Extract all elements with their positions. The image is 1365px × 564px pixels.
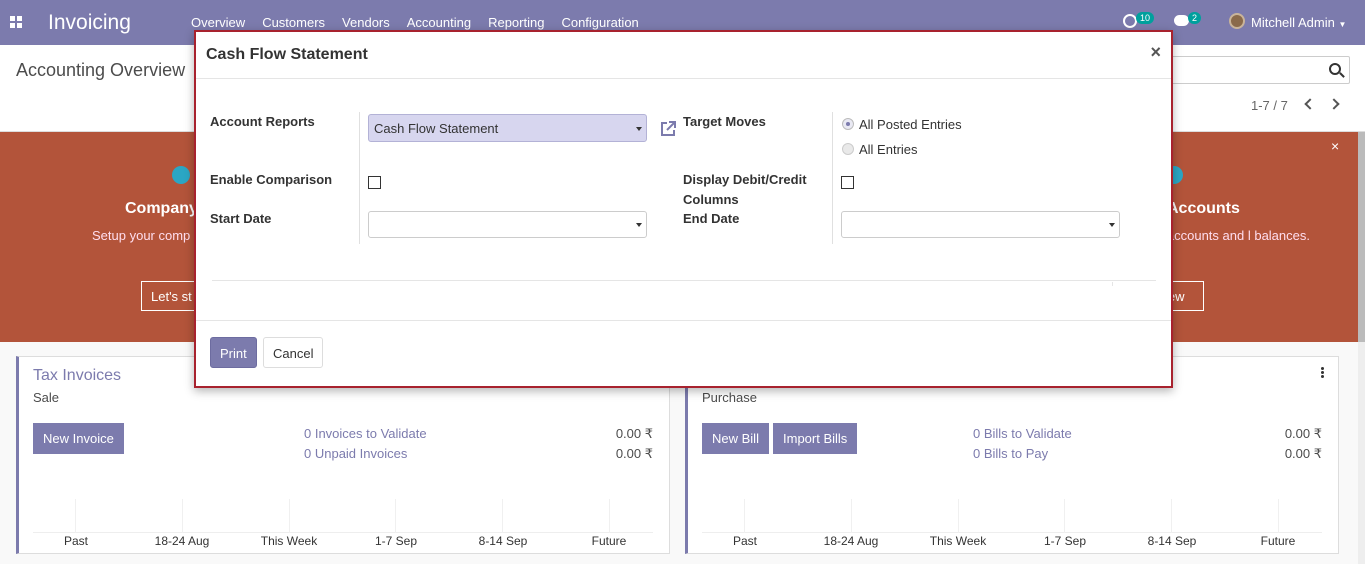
form-separator-tick [1112,282,1113,286]
target-moves-label: Target Moves [683,114,766,129]
enable-comparison-checkbox[interactable] [368,176,381,189]
dialog-header: Cash Flow Statement × [196,32,1171,79]
account-reports-value: Cash Flow Statement [374,121,499,136]
print-button[interactable]: Print [210,337,257,368]
display-debit-credit-label: Display Debit/Credit Columns [683,170,807,210]
caret-down-icon [1109,223,1115,227]
all-entries-label[interactable]: All Entries [859,142,918,157]
form-separator [212,280,1156,281]
display-debit-credit-checkbox[interactable] [841,176,854,189]
end-date-label: End Date [683,211,740,226]
cash-flow-dialog: Cash Flow Statement × Account Reports Ca… [194,30,1173,388]
all-entries-radio[interactable] [842,143,854,155]
account-reports-select[interactable]: Cash Flow Statement [368,114,647,142]
start-date-label: Start Date [210,211,272,226]
start-date-input[interactable] [368,211,647,238]
caret-down-icon [636,223,642,227]
caret-down-icon [636,127,642,131]
dialog-footer: Print Cancel [196,320,1171,386]
all-posted-entries-label[interactable]: All Posted Entries [859,117,962,132]
field-separator [832,112,833,244]
external-link-icon[interactable] [660,120,677,137]
field-separator [359,112,360,244]
display-debit-credit-label-line2: Columns [683,192,739,207]
display-debit-credit-label-line1: Display Debit/Credit [683,172,807,187]
end-date-input[interactable] [841,211,1120,238]
dialog-title: Cash Flow Statement [206,46,368,63]
enable-comparison-label: Enable Comparison [210,172,333,187]
account-reports-label: Account Reports [210,114,315,129]
all-posted-entries-radio[interactable] [842,118,854,130]
cancel-button[interactable]: Cancel [263,337,323,368]
close-icon[interactable]: × [1150,42,1161,63]
